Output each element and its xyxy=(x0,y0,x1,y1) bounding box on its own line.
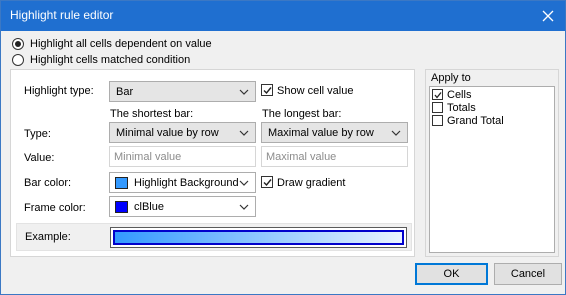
frame-color-swatch xyxy=(115,201,128,213)
chevron-down-icon xyxy=(239,89,249,95)
window-title: Highlight rule editor xyxy=(10,8,114,22)
draw-gradient-label[interactable]: Draw gradient xyxy=(277,177,345,189)
checkmark-icon xyxy=(263,179,272,187)
radio-highlight-all[interactable] xyxy=(12,38,24,50)
highlight-type-value: Bar xyxy=(116,86,134,98)
show-cell-value-label[interactable]: Show cell value xyxy=(277,85,353,97)
example-row: Example: xyxy=(16,223,412,251)
highlight-rule-editor-window: Highlight rule editor Highlight all cell… xyxy=(0,0,566,295)
radio-highlight-condition[interactable] xyxy=(12,54,24,66)
close-icon xyxy=(542,10,554,22)
apply-totals-checkbox[interactable] xyxy=(432,102,443,113)
frame-color-label: Frame color: xyxy=(24,202,86,214)
bar-color-value: Highlight Background xyxy=(134,177,239,189)
bar-value-label: Value: xyxy=(24,152,55,164)
shortest-bar-type-value: Minimal value by row xyxy=(116,127,219,139)
list-item[interactable]: Grand Total xyxy=(432,115,552,128)
longest-bar-value-placeholder: Maximal value xyxy=(266,151,337,163)
radio-highlight-condition-label[interactable]: Highlight cells matched condition xyxy=(30,54,190,66)
apply-cells-label[interactable]: Cells xyxy=(447,89,471,101)
bar-type-label: Type: xyxy=(24,128,51,140)
shortest-bar-header: The shortest bar: xyxy=(110,108,194,120)
apply-to-group: Apply to Cells Totals Grand Total xyxy=(425,69,559,257)
longest-bar-value-input[interactable]: Maximal value xyxy=(261,146,408,167)
list-item[interactable]: Totals xyxy=(432,102,552,115)
cancel-button[interactable]: Cancel xyxy=(494,263,562,285)
checkmark-icon xyxy=(263,87,272,95)
highlight-type-label: Highlight type: xyxy=(24,85,94,97)
settings-panel: Highlight type: Bar Show cell value The … xyxy=(10,69,415,257)
apply-to-title: Apply to xyxy=(431,72,471,84)
apply-totals-label[interactable]: Totals xyxy=(447,102,476,114)
example-bar xyxy=(113,230,404,245)
checkmark-icon xyxy=(434,92,442,99)
close-button[interactable] xyxy=(531,1,565,31)
draw-gradient-checkbox[interactable] xyxy=(261,176,273,188)
shortest-bar-type-select[interactable]: Minimal value by row xyxy=(109,122,256,143)
apply-grand-total-checkbox[interactable] xyxy=(432,115,443,126)
chevron-down-icon xyxy=(239,180,249,186)
apply-cells-checkbox[interactable] xyxy=(432,89,443,100)
longest-bar-type-select[interactable]: Maximal value by row xyxy=(261,122,408,143)
bar-color-swatch xyxy=(115,177,128,189)
longest-bar-header: The longest bar: xyxy=(262,108,342,120)
ok-button[interactable]: OK xyxy=(415,263,488,285)
apply-grand-total-label[interactable]: Grand Total xyxy=(447,115,504,127)
title-bar[interactable]: Highlight rule editor xyxy=(1,1,565,31)
shortest-bar-value-placeholder: Minimal value xyxy=(114,151,182,163)
longest-bar-type-value: Maximal value by row xyxy=(268,127,374,139)
example-preview xyxy=(110,227,407,248)
chevron-down-icon xyxy=(239,204,249,210)
example-label: Example: xyxy=(25,231,71,243)
radio-highlight-all-label[interactable]: Highlight all cells dependent on value xyxy=(30,38,212,50)
highlight-type-select[interactable]: Bar xyxy=(109,81,256,102)
apply-to-list: Cells Totals Grand Total xyxy=(429,86,555,253)
chevron-down-icon xyxy=(239,130,249,136)
frame-color-value: clBlue xyxy=(134,201,164,213)
bar-color-label: Bar color: xyxy=(24,177,72,189)
list-item[interactable]: Cells xyxy=(432,89,552,102)
chevron-down-icon xyxy=(391,130,401,136)
bar-color-select[interactable]: Highlight Background xyxy=(109,172,256,193)
shortest-bar-value-input[interactable]: Minimal value xyxy=(109,146,256,167)
show-cell-value-checkbox[interactable] xyxy=(261,84,273,96)
frame-color-select[interactable]: clBlue xyxy=(109,196,256,217)
